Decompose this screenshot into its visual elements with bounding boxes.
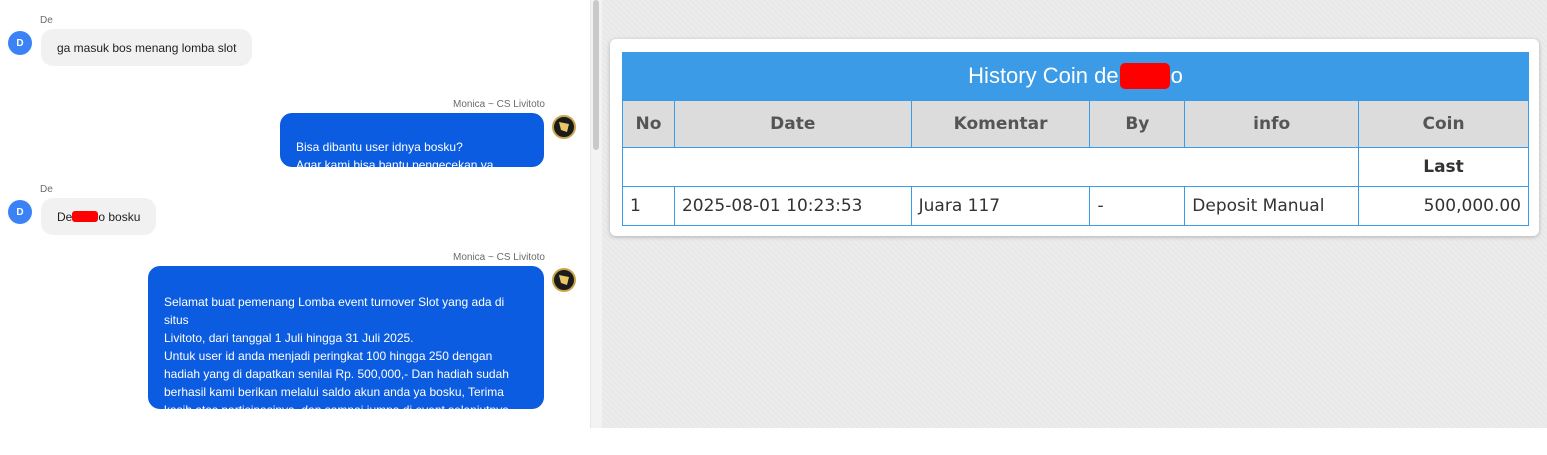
chat-panel: De D ga masuk bos menang lomba slot Moni…	[0, 0, 590, 453]
message-text-suffix: o bosku	[98, 209, 141, 224]
sender-name: De	[40, 184, 53, 195]
cell-coin: 500,000.00	[1358, 186, 1529, 226]
message-text: De o bosku	[57, 210, 140, 224]
outgoing-message[interactable]: Bisa dibantu user idnya bosku? Agar kami…	[280, 113, 544, 190]
user-avatar: D	[8, 200, 32, 224]
message-text: ga masuk bos menang lomba slot	[57, 40, 237, 55]
table-row: 1 2025-08-01 10:23:53 Juara 117 - Deposi…	[622, 186, 1529, 226]
cs-logo-icon	[559, 122, 569, 132]
outgoing-message[interactable]: Selamat buat pemenang Lomba event turnov…	[148, 266, 544, 453]
user-avatar: D	[8, 31, 32, 55]
cs-avatar	[552, 268, 576, 292]
empty-cell	[621, 147, 1360, 187]
sender-name: De	[40, 15, 53, 26]
sender-name: Monica ~ CS Livitoto	[453, 252, 545, 263]
sender-name: Monica ~ CS Livitoto	[453, 99, 545, 110]
history-title-prefix: History Coin de	[968, 63, 1119, 88]
table-header-row: No Date Komentar By info Coin	[622, 100, 1529, 148]
cs-avatar	[552, 115, 576, 139]
header-info: info	[1184, 100, 1360, 148]
header-date: Date	[673, 100, 912, 148]
cell-by: -	[1089, 186, 1186, 226]
history-title-suffix: o	[1170, 63, 1183, 88]
cs-logo-icon	[559, 275, 569, 285]
message-text: Selamat buat pemenang Lomba event turnov…	[164, 295, 513, 453]
cell-info: Deposit Manual	[1184, 186, 1360, 226]
incoming-message[interactable]: De o bosku	[41, 198, 157, 235]
incoming-message[interactable]: ga masuk bos menang lomba slot	[41, 29, 253, 66]
table-row: Last	[621, 147, 1529, 187]
message-text: Bisa dibantu user idnya bosku? Agar kami…	[296, 140, 494, 190]
redaction-mark	[72, 210, 99, 222]
header-by: By	[1089, 100, 1186, 148]
header-coin: Coin	[1358, 100, 1529, 148]
title-redaction-mark	[1119, 63, 1170, 89]
history-title: History Coin de o	[622, 52, 1529, 100]
chat-scrollbar-thumb[interactable]	[593, 0, 599, 150]
cell-date: 2025-08-01 10:23:53	[673, 186, 912, 226]
history-table: No Date Komentar By info Coin Last 1 202…	[621, 100, 1529, 226]
header-no: No	[622, 100, 675, 148]
message-text-prefix: De	[57, 209, 73, 224]
cell-no: 1	[622, 186, 675, 226]
last-label: Last	[1358, 147, 1529, 187]
header-komentar: Komentar	[910, 100, 1091, 148]
cell-komentar: Juara 117	[910, 186, 1091, 226]
